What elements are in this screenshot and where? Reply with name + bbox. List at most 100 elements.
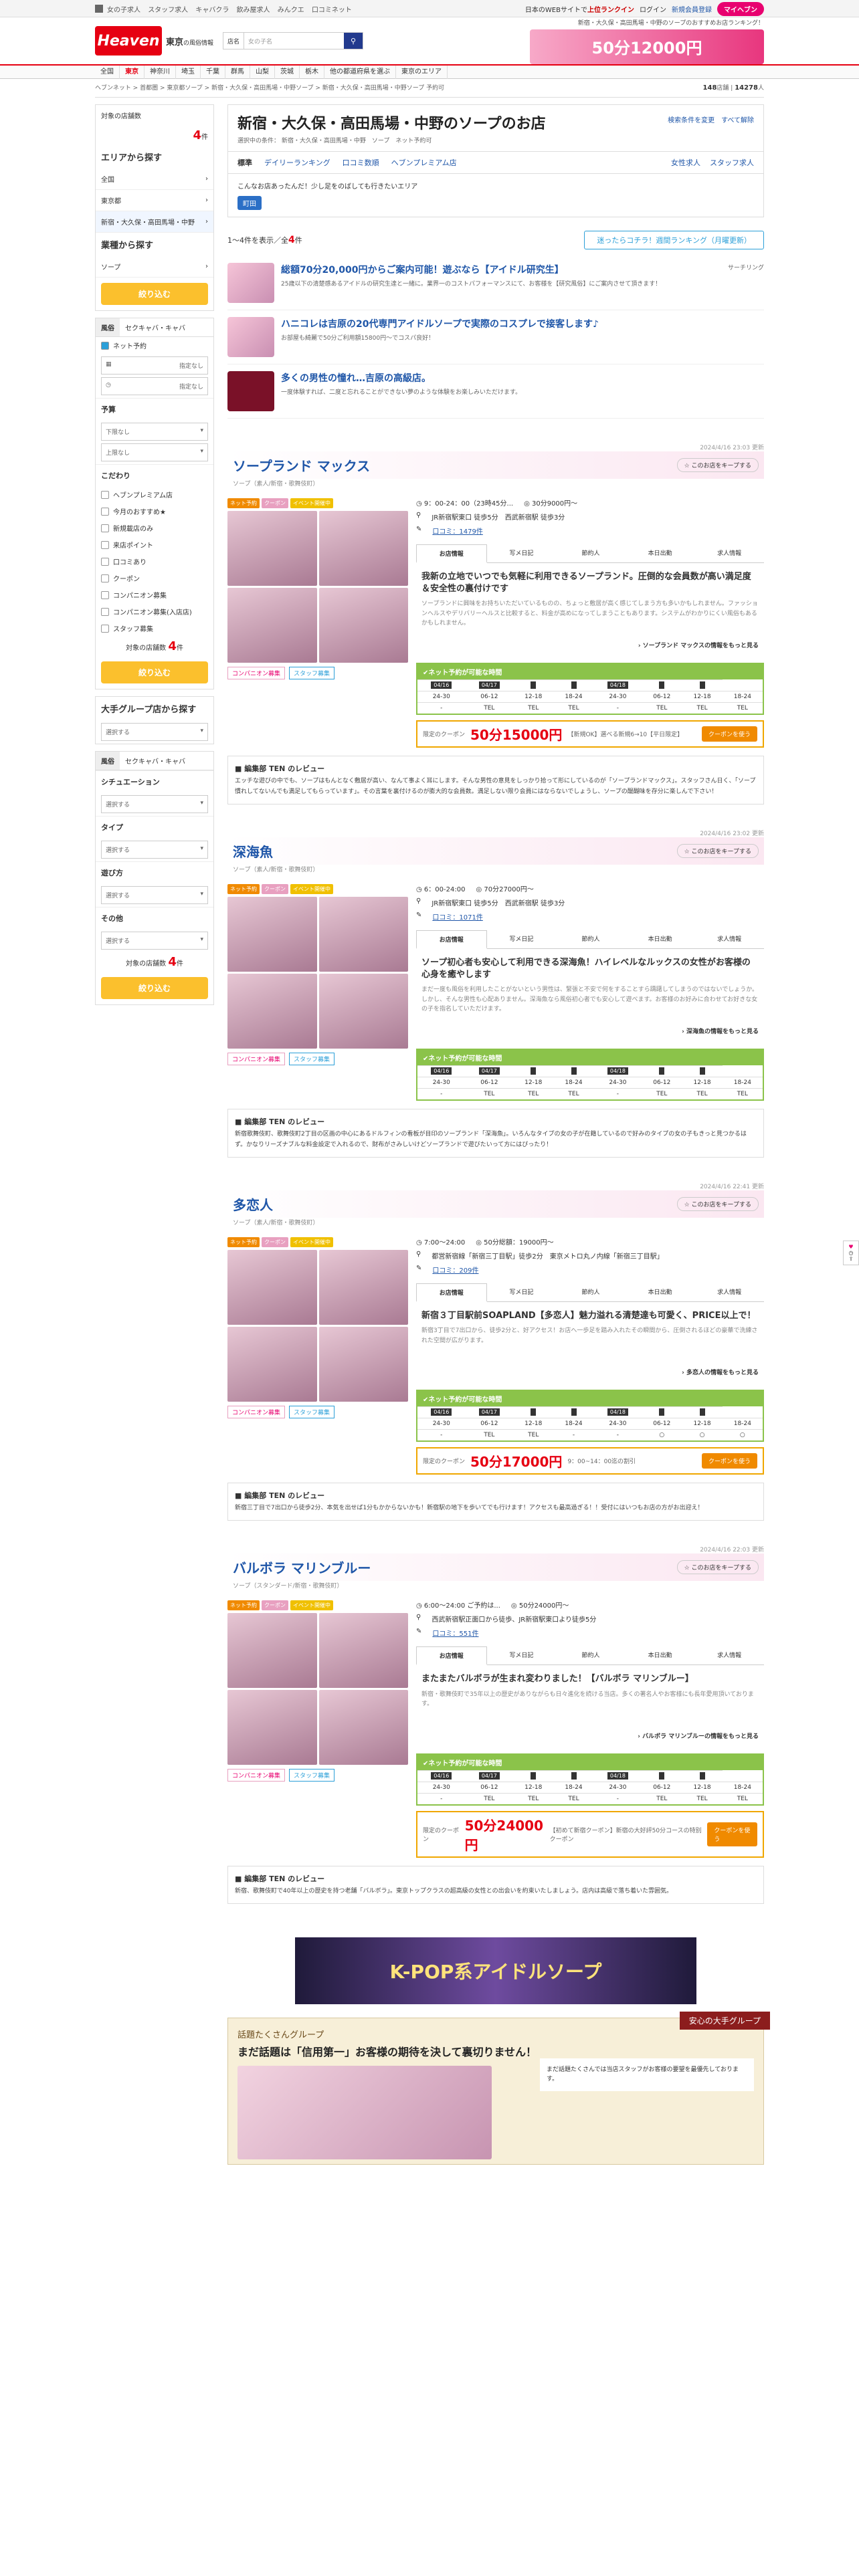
reserve-cell[interactable]: - — [617, 1432, 619, 1438]
nav-item[interactable]: 東京 — [120, 66, 145, 79]
checkbox[interactable] — [101, 624, 109, 633]
reserve-cell[interactable]: TEL — [656, 705, 667, 712]
grid-menu-icon[interactable] — [95, 5, 103, 13]
search-input[interactable]: 女の子名 — [244, 37, 344, 45]
area-item[interactable]: 東京都 › — [96, 190, 213, 211]
girl-photos[interactable] — [227, 511, 408, 663]
tab-fuzoku[interactable]: 風俗 — [96, 752, 120, 770]
reserve-cell[interactable]: TEL — [656, 1796, 667, 1802]
tab-job[interactable]: 求人情報 — [694, 1283, 764, 1301]
area-item[interactable]: 全国 › — [96, 169, 213, 190]
top-link[interactable]: みんクエ — [278, 7, 304, 14]
tab-today[interactable]: 本日出勤 — [626, 544, 695, 562]
other-select[interactable]: 選択する ▾ — [101, 932, 208, 950]
kodawari-option[interactable]: コンパニオン募集(入店店) — [96, 603, 213, 620]
tab-sekkyaba[interactable]: セクキャバ・キャバ — [120, 318, 191, 336]
tab-diary[interactable]: 写メ日記 — [487, 544, 557, 562]
promo-item[interactable]: ハニコレは吉原の20代専門アイドルソープで実際のコスプレで接客します♪ お部屋も綺… — [227, 310, 764, 364]
reserve-cell[interactable]: TEL — [528, 1432, 539, 1438]
heaven-logo[interactable]: Heaven — [95, 26, 162, 56]
reserve-cell[interactable]: - — [440, 1091, 442, 1097]
reserve-cell[interactable]: TEL — [737, 705, 748, 712]
more-link[interactable]: › ソープランド マックスの情報をもっと見る — [421, 641, 759, 649]
group-select[interactable]: 選択する ▾ — [101, 723, 208, 741]
nav-item[interactable]: 他の都道府県を選ぶ — [324, 66, 396, 79]
promo-item[interactable]: 総額70分20,000円からご案内可能！遊ぶなら【アイドル研究生】 25歳以下の清… — [227, 256, 764, 310]
coupon[interactable]: 限定のクーポン 50分24000円 【初めて新宿クーポン】新宿の大好評50分コー… — [416, 1810, 764, 1858]
reserve-cell[interactable]: TEL — [696, 705, 707, 712]
kodawari-option[interactable]: クーポン — [96, 570, 213, 586]
tab-shop-info[interactable]: お店情報 — [416, 930, 487, 949]
tab-diary[interactable]: 写メ日記 — [487, 1646, 557, 1665]
review-count-link[interactable]: 口コミ：1071件 — [432, 911, 482, 922]
tab-job[interactable]: 求人情報 — [694, 544, 764, 562]
reserve-cell[interactable]: - — [617, 1796, 619, 1802]
tab-setsuyaku[interactable]: 節約人 — [556, 930, 626, 948]
budget-max-select[interactable]: 上限なし ▾ — [101, 443, 208, 461]
companion-label[interactable]: コンパニオン募集 — [227, 1769, 286, 1782]
nav-item[interactable]: 群馬 — [225, 66, 250, 79]
group-image[interactable] — [237, 2065, 492, 2159]
tab-standard[interactable]: 標準 — [237, 157, 252, 168]
tab-daily-ranking[interactable]: デイリーランキング — [264, 157, 330, 168]
reserve-cell[interactable]: TEL — [696, 1091, 707, 1097]
kodawari-option[interactable]: 今月のおすすめ★ — [96, 503, 213, 520]
heart-icon[interactable]: ♥ — [844, 1244, 858, 1250]
staff-label[interactable]: スタッフ募集 — [289, 1405, 335, 1418]
reserve-cell[interactable]: - — [617, 1091, 619, 1097]
genre-item[interactable]: ソープ › — [96, 256, 213, 278]
checkbox[interactable] — [101, 490, 109, 499]
use-coupon-button[interactable]: クーポンを使う — [701, 1453, 757, 1469]
bottom-banner[interactable]: K-POP系アイドルソープ — [295, 1937, 696, 2004]
reserve-checkbox[interactable]: ネット予約 — [96, 337, 213, 354]
asobi-select[interactable]: 選択する ▾ — [101, 886, 208, 904]
girl-photos[interactable] — [227, 896, 408, 1049]
keep-button[interactable]: ☆ このお店をキープする — [676, 1560, 759, 1575]
tab-women-job[interactable]: 女性求人 — [671, 157, 700, 168]
tab-today[interactable]: 本日出勤 — [626, 930, 695, 948]
tab-today[interactable]: 本日出勤 — [626, 1646, 695, 1665]
reserve-cell[interactable]: TEL — [484, 1796, 494, 1802]
promo-item[interactable]: 多くの男性の憧れ…吉原の高級店。 一度体験すれば、二度と忘れることができない夢のよ… — [227, 364, 764, 419]
weekly-ranking-button[interactable]: 迷ったらコチラ！週間ランキング（月曜更新） — [584, 231, 764, 249]
history-icon[interactable]: ◷ — [844, 1250, 858, 1256]
checkbox[interactable] — [101, 574, 109, 582]
reserve-cell[interactable]: TEL — [568, 1796, 579, 1802]
nav-item[interactable]: 山梨 — [250, 66, 275, 79]
companion-label[interactable]: コンパニオン募集 — [227, 1405, 286, 1418]
tab-setsuyaku[interactable]: 節約人 — [556, 544, 626, 562]
nav-item[interactable]: 東京のエリア — [396, 66, 448, 79]
tab-setsuyaku[interactable]: 節約人 — [556, 1646, 626, 1665]
companion-label[interactable]: コンパニオン募集 — [227, 1052, 286, 1065]
reserve-cell[interactable]: - — [617, 705, 619, 712]
nav-item[interactable]: 千葉 — [201, 66, 225, 79]
narrow-button[interactable]: 絞り込む — [101, 661, 208, 683]
kodawari-option[interactable]: 口コミあり — [96, 553, 213, 570]
reserve-cell[interactable]: - — [440, 1796, 442, 1802]
kodawari-option[interactable]: コンパニオン募集 — [96, 586, 213, 603]
tab-setsuyaku[interactable]: 節約人 — [556, 1283, 626, 1301]
checkbox[interactable] — [101, 591, 109, 599]
keep-button[interactable]: ☆ このお店をキープする — [676, 843, 759, 858]
share-icon[interactable]: ⇪ — [844, 1256, 858, 1262]
top-link[interactable]: キャバクラ — [195, 7, 229, 14]
header-banner[interactable]: 50分12000円 — [530, 29, 764, 64]
tab-review-count[interactable]: 口コミ数順 — [343, 157, 379, 168]
reserve-cell[interactable]: TEL — [737, 1091, 748, 1097]
reserve-cell[interactable]: ○ — [740, 1432, 745, 1438]
reserve-cell[interactable]: - — [440, 705, 442, 712]
nav-item[interactable]: 神奈川 — [145, 66, 176, 79]
reserve-cell[interactable]: TEL — [696, 1796, 707, 1802]
girl-photos[interactable] — [227, 1613, 408, 1765]
kodawari-option[interactable]: スタッフ募集 — [96, 620, 213, 637]
staff-label[interactable]: スタッフ募集 — [289, 1769, 335, 1782]
situation-select[interactable]: 選択する ▾ — [101, 795, 208, 813]
tab-premium[interactable]: ヘブンプレミアム店 — [391, 157, 457, 168]
login-link[interactable]: ログイン — [640, 4, 666, 14]
reserve-cell[interactable]: TEL — [528, 1091, 539, 1097]
search-icon[interactable]: ⚲ — [344, 33, 363, 49]
checkbox[interactable] — [101, 540, 109, 549]
top-link[interactable]: 女の子求人 — [107, 7, 140, 14]
use-coupon-button[interactable]: クーポンを使う — [701, 726, 757, 742]
nav-item[interactable]: 栃木 — [300, 66, 324, 79]
